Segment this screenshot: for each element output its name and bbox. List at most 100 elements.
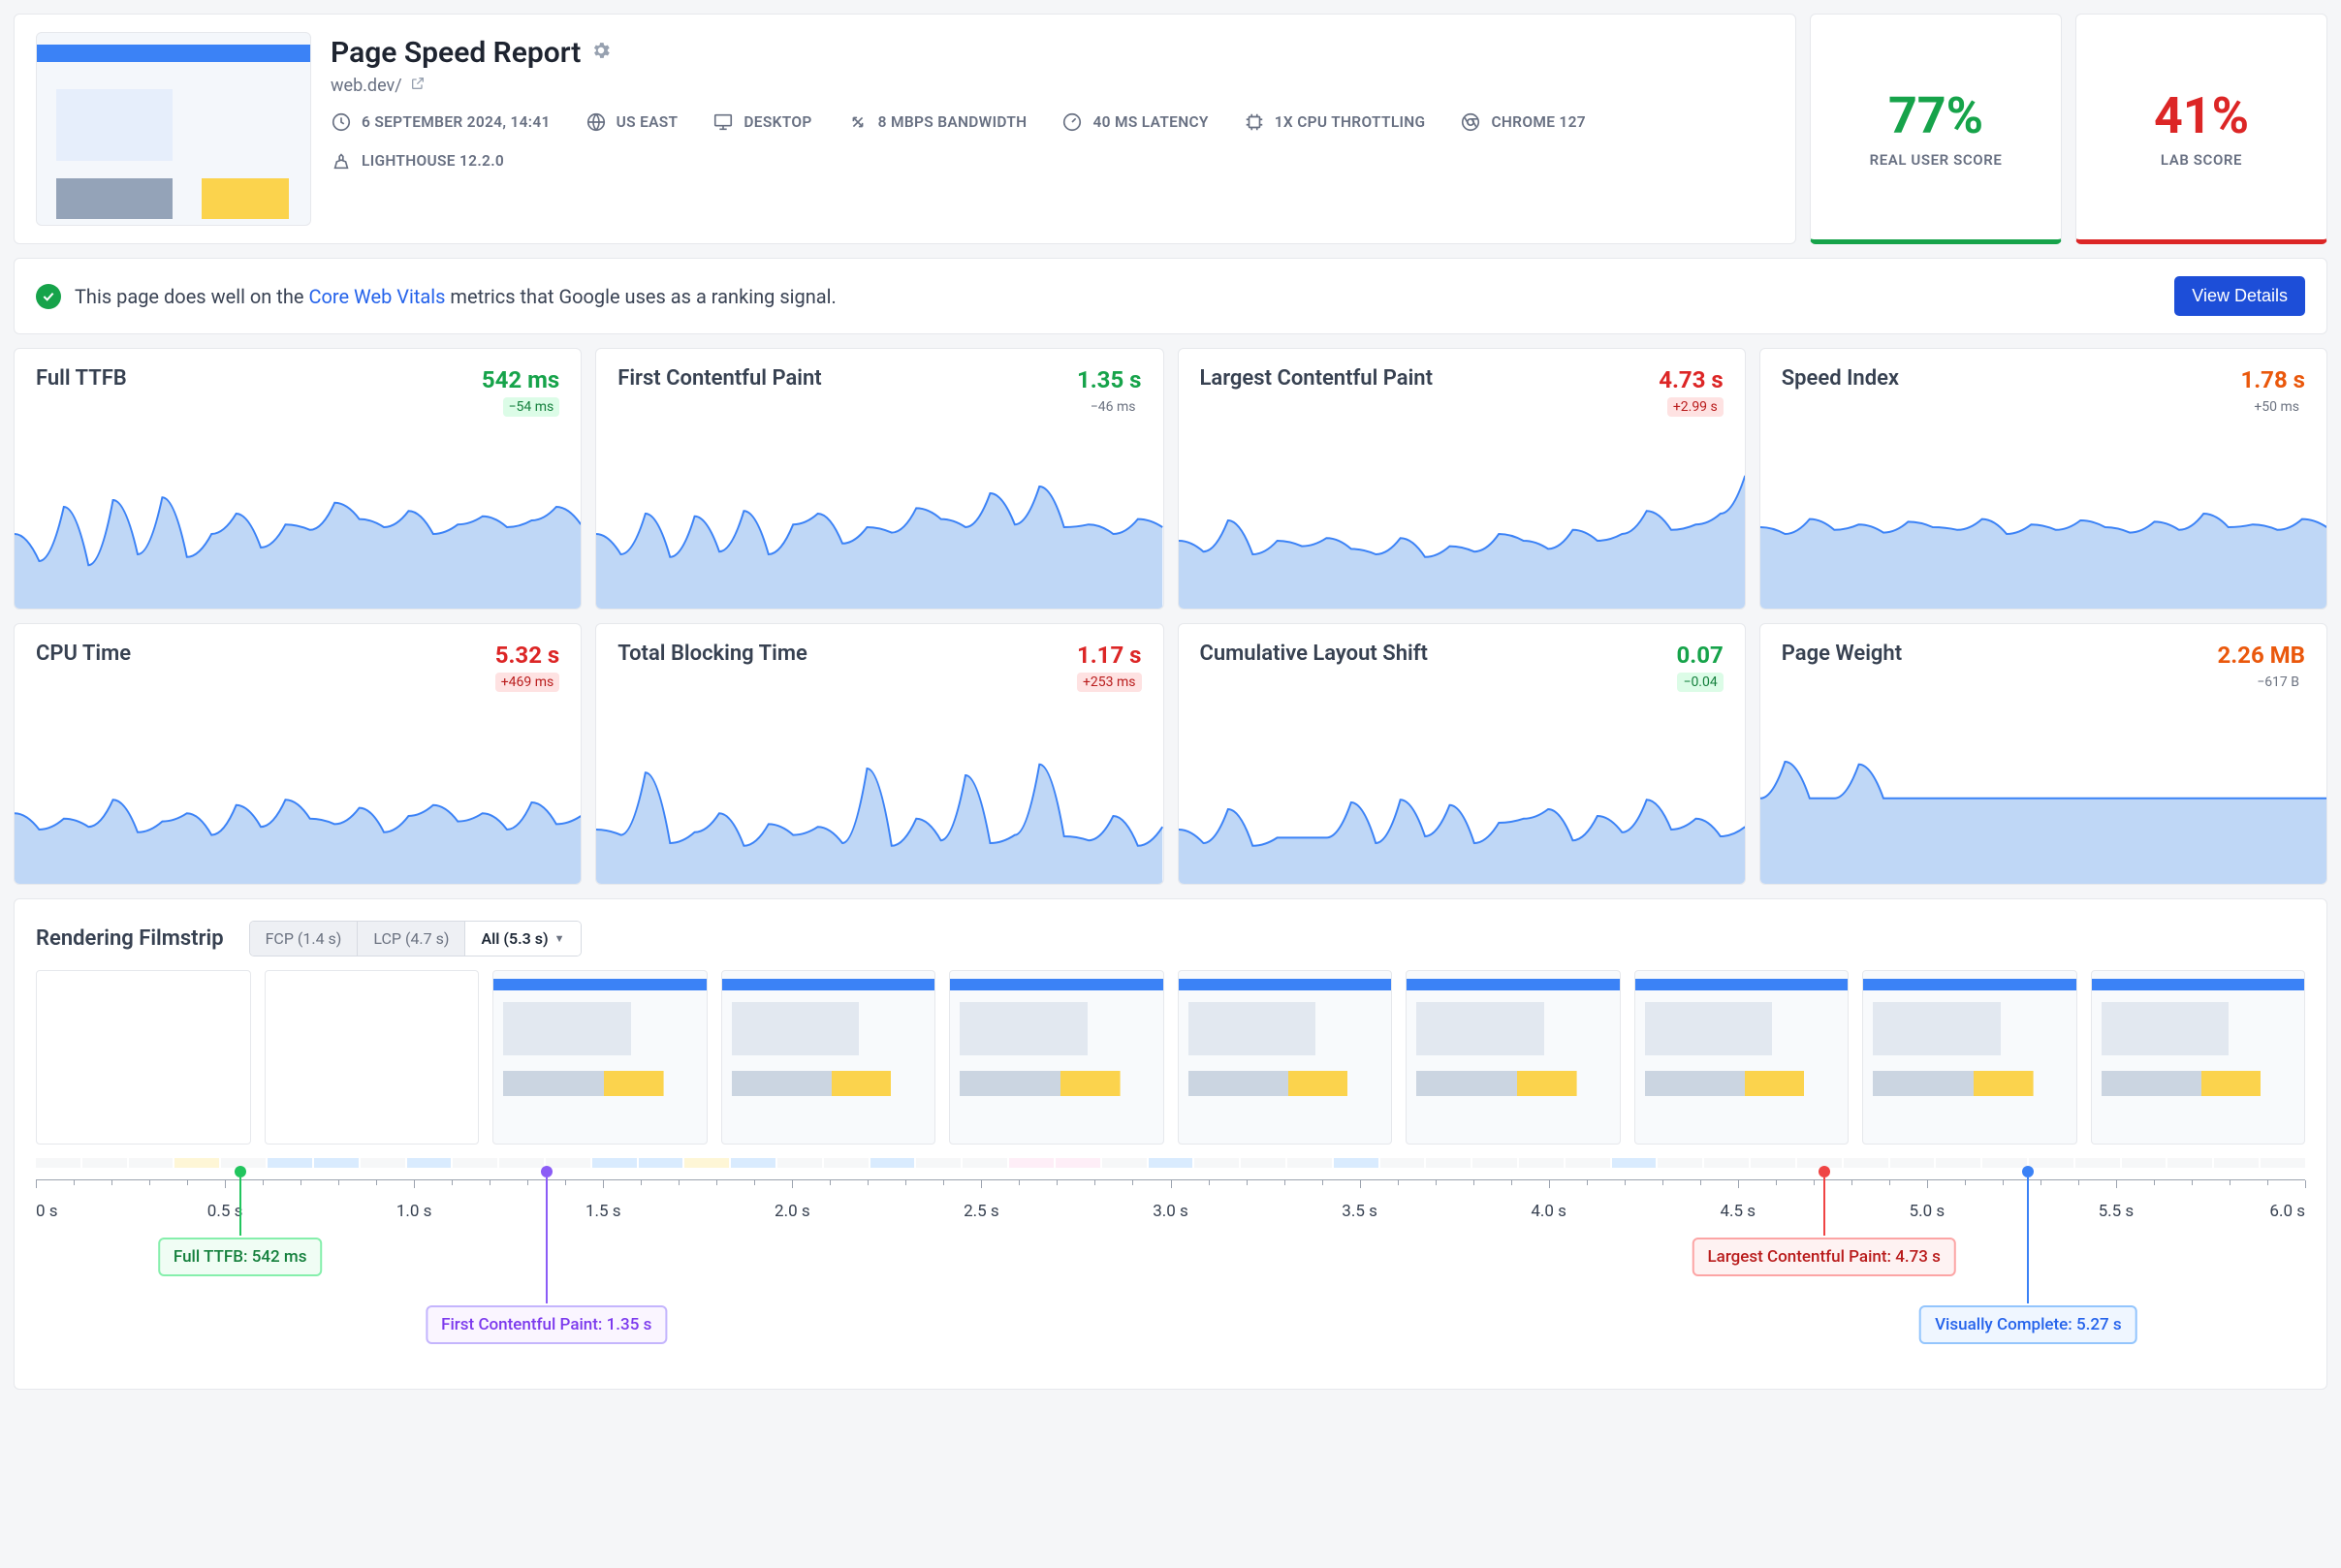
gauge-icon (1061, 111, 1083, 133)
metric-name: CPU Time (36, 642, 131, 666)
filmstrip-frame[interactable] (721, 970, 936, 1145)
meta-globe: US EAST (585, 111, 679, 133)
report-header: Page Speed Report web.dev/ 6 SEPTEMBER 2… (14, 14, 1796, 244)
metric-sparkline (1179, 748, 1745, 884)
cwv-notice: This page does well on the Core Web Vita… (14, 258, 2327, 334)
globe-icon (585, 111, 607, 133)
timeline-tick-label: 5.5 s (2099, 1202, 2135, 1221)
metric-delta: −54 ms (503, 397, 560, 417)
filmstrip-title: Rendering Filmstrip (36, 926, 224, 951)
metric-sparkline (1760, 473, 2326, 609)
chevron-down-icon: ▼ (554, 932, 565, 945)
page-url: web.dev/ (331, 76, 402, 96)
timeline-tick-label: 4.5 s (1720, 1202, 1756, 1221)
meta-lh: LIGHTHOUSE 12.2.0 (331, 150, 504, 172)
metric-value: 1.78 s (2240, 366, 2305, 393)
timeline-tick-label: 5.0 s (1910, 1202, 1946, 1221)
metric-name: Page Weight (1782, 642, 1902, 666)
timeline-marker (541, 1166, 553, 1177)
meta-chip: 1X CPU THROTTLING (1244, 111, 1426, 133)
metric-card[interactable]: First Contentful Paint1.35 s−46 ms (595, 348, 1163, 610)
meta-chrome: CHROME 127 (1460, 111, 1585, 133)
timeline-tick-label: 2.0 s (775, 1202, 810, 1221)
timeline-marker-label: Visually Complete: 5.27 s (1919, 1305, 2137, 1344)
timeline-tick-label: 3.5 s (1342, 1202, 1377, 1221)
timeline-marker (2022, 1166, 2034, 1177)
metric-sparkline (1760, 748, 2326, 884)
page-title: Page Speed Report (331, 36, 581, 70)
cwv-link[interactable]: Core Web Vitals (308, 285, 445, 308)
timeline-ruler: 0 s0.5 s1.0 s1.5 s2.0 s2.5 s3.0 s3.5 s4.… (36, 1179, 2305, 1203)
timeline-marker-label: Largest Contentful Paint: 4.73 s (1692, 1238, 1955, 1276)
chip-icon (1244, 111, 1265, 133)
meta-clock: 6 SEPTEMBER 2024, 14:41 (331, 111, 551, 133)
lh-icon (331, 150, 352, 172)
metric-card[interactable]: Full TTFB 542 ms −54 ms (14, 348, 582, 610)
metric-value: 5.32 s (495, 642, 560, 669)
metric-name: First Contentful Paint (617, 366, 821, 391)
metric-value: 2.26 MB (2217, 642, 2305, 669)
lab-score-card[interactable]: 41% LAB SCORE (2075, 14, 2327, 244)
real-user-score-label: REAL USER SCORE (1870, 151, 2003, 169)
metric-name: Speed Index (1782, 366, 1899, 391)
metric-card[interactable]: CPU Time 5.32 s +469 ms (14, 623, 582, 885)
filmstrip-tab[interactable]: LCP (4.7 s) (358, 922, 465, 956)
metric-sparkline (15, 748, 581, 884)
filmstrip-tab[interactable]: FCP (1.4 s) (250, 922, 359, 956)
filmstrip-frame[interactable] (492, 970, 708, 1145)
chrome-icon (1460, 111, 1481, 133)
timeline-tick-label: 0 s (36, 1202, 58, 1221)
metric-card[interactable]: Page Weight 2.26 MB −617 B (1759, 623, 2327, 885)
timeline-marker (235, 1166, 246, 1177)
timeline-tick-label: 4.0 s (1531, 1202, 1566, 1221)
gear-icon[interactable] (590, 40, 612, 66)
metric-sparkline (596, 473, 1162, 609)
test-metadata: 6 SEPTEMBER 2024, 14:41 US EAST DESKTOP 8 M… (331, 111, 1774, 172)
metric-value: 1.35 s (1077, 366, 1142, 393)
metric-delta: −617 B (2251, 673, 2305, 692)
filmstrip-frame[interactable] (36, 970, 251, 1145)
view-details-button[interactable]: View Details (2174, 276, 2305, 316)
metric-card[interactable]: Total Blocking Time1.17 s+253 ms (595, 623, 1163, 885)
metric-name: Cumulative Layout Shift (1200, 642, 1428, 666)
timeline-tick-label: 2.5 s (964, 1202, 999, 1221)
timeline-tick-label: 1.0 s (396, 1202, 432, 1221)
desktop-icon (712, 111, 734, 133)
metric-delta: +469 ms (495, 673, 560, 692)
notice-text: This page does well on the Core Web Vita… (75, 285, 837, 308)
filmstrip-frame[interactable] (949, 970, 1164, 1145)
external-link-icon[interactable] (410, 76, 426, 96)
meta-swap: 8 MBPS BANDWIDTH (847, 111, 1028, 133)
filmstrip-frame[interactable] (2091, 970, 2306, 1145)
timeline-tick-label: 0.5 s (207, 1202, 243, 1221)
filmstrip-frame[interactable] (1862, 970, 2077, 1145)
check-circle-icon (36, 284, 61, 309)
filmstrip-frame[interactable] (1178, 970, 1393, 1145)
filmstrip-tab[interactable]: All (5.3 s)▼ (465, 922, 580, 956)
metric-value: 1.17 s (1077, 642, 1142, 669)
metric-value: 0.07 (1676, 642, 1723, 669)
timeline-marker (1819, 1166, 1830, 1177)
meta-desktop: DESKTOP (712, 111, 811, 133)
swap-icon (847, 111, 869, 133)
filmstrip-section: Rendering Filmstrip FCP (1.4 s)LCP (4.7 … (14, 898, 2327, 1390)
timeline-marker-label: Full TTFB: 542 ms (158, 1238, 323, 1276)
filmstrip-frame[interactable] (1634, 970, 1850, 1145)
metric-value: 4.73 s (1659, 366, 1724, 393)
timeline-marker-label: First Contentful Paint: 1.35 s (426, 1305, 667, 1344)
timeline-tick-label: 3.0 s (1153, 1202, 1188, 1221)
metric-value: 542 ms (482, 366, 559, 393)
metric-card[interactable]: Cumulative Layout Shift0.07−0.04 (1178, 623, 1746, 885)
real-user-score-card[interactable]: 77% REAL USER SCORE (1810, 14, 2062, 244)
metric-name: Largest Contentful Paint (1200, 366, 1433, 391)
metric-delta: +50 ms (2248, 397, 2305, 417)
filmstrip-frame[interactable] (1406, 970, 1621, 1145)
real-user-score-value: 77% (1888, 86, 1983, 145)
metric-card[interactable]: Speed Index 1.78 s +50 ms (1759, 348, 2327, 610)
meta-gauge: 40 MS LATENCY (1061, 111, 1208, 133)
metric-sparkline (596, 748, 1162, 884)
filmstrip-frame[interactable] (265, 970, 480, 1145)
metric-card[interactable]: Largest Contentful Paint4.73 s+2.99 s (1178, 348, 1746, 610)
metric-name: Full TTFB (36, 366, 127, 391)
lab-score-value: 41% (2154, 86, 2249, 145)
